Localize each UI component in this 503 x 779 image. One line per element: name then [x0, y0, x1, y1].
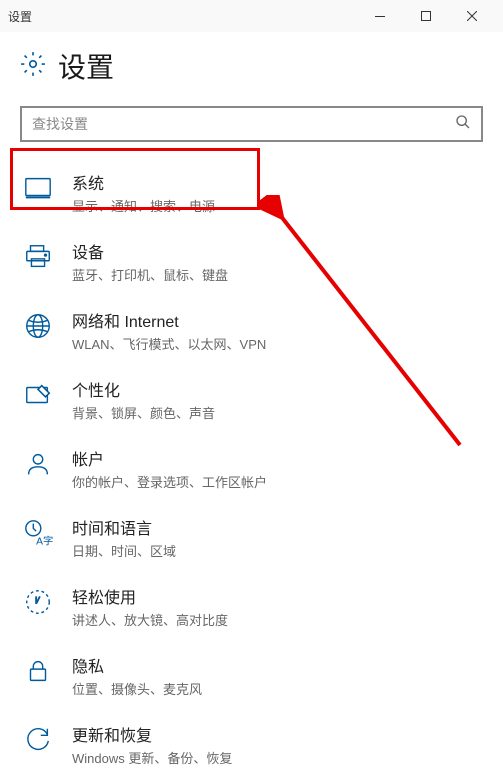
search-container — [0, 106, 503, 158]
item-desc: 背景、锁屏、颜色、声音 — [72, 403, 481, 422]
settings-item-ease-of-access[interactable]: 轻松使用 讲述人、放大镜、高对比度 — [14, 572, 489, 641]
item-desc: 蓝牙、打印机、鼠标、键盘 — [72, 265, 481, 284]
search-icon — [445, 114, 481, 135]
item-text: 网络和 Internet WLAN、飞行模式、以太网、VPN — [72, 308, 481, 353]
item-desc: 日期、时间、区域 — [72, 541, 481, 560]
search-input[interactable] — [22, 116, 445, 132]
titlebar: 设置 — [0, 0, 503, 32]
item-text: 个性化 背景、锁屏、颜色、声音 — [72, 377, 481, 422]
time-language-icon: A字 — [22, 517, 54, 549]
item-desc: 你的帐户、登录选项、工作区帐户 — [72, 472, 481, 491]
settings-item-update[interactable]: 更新和恢复 Windows 更新、备份、恢复 — [14, 710, 489, 779]
item-text: 设备 蓝牙、打印机、鼠标、键盘 — [72, 239, 481, 284]
item-title: 时间和语言 — [72, 515, 481, 539]
item-title: 帐户 — [72, 446, 481, 470]
paintbrush-icon — [22, 379, 54, 411]
window-title: 设置 — [8, 8, 357, 25]
settings-item-personalization[interactable]: 个性化 背景、锁屏、颜色、声音 — [14, 365, 489, 434]
maximize-button[interactable] — [403, 0, 449, 32]
minimize-button[interactable] — [357, 0, 403, 32]
item-title: 个性化 — [72, 377, 481, 401]
item-desc: Windows 更新、备份、恢复 — [72, 748, 481, 767]
settings-item-devices[interactable]: 设备 蓝牙、打印机、鼠标、键盘 — [14, 227, 489, 296]
item-title: 更新和恢复 — [72, 722, 481, 746]
settings-item-network[interactable]: 网络和 Internet WLAN、飞行模式、以太网、VPN — [14, 296, 489, 365]
item-text: 更新和恢复 Windows 更新、备份、恢复 — [72, 722, 481, 767]
page-header: 设置 — [0, 32, 503, 106]
item-desc: 位置、摄像头、麦克风 — [72, 679, 481, 698]
printer-icon — [22, 241, 54, 273]
window-controls — [357, 0, 495, 32]
settings-item-privacy[interactable]: 隐私 位置、摄像头、麦克风 — [14, 641, 489, 710]
gear-icon — [20, 51, 46, 82]
item-title: 隐私 — [72, 653, 481, 677]
item-title: 轻松使用 — [72, 584, 481, 608]
refresh-icon — [22, 724, 54, 756]
lock-icon — [22, 655, 54, 687]
item-title: 网络和 Internet — [72, 308, 481, 332]
item-text: 轻松使用 讲述人、放大镜、高对比度 — [72, 584, 481, 629]
item-title: 系统 — [72, 170, 481, 194]
settings-item-system[interactable]: 系统 显示、通知、搜索、电源 — [14, 158, 489, 227]
item-desc: 讲述人、放大镜、高对比度 — [72, 610, 481, 629]
globe-icon — [22, 310, 54, 342]
person-icon — [22, 448, 54, 480]
item-title: 设备 — [72, 239, 481, 263]
settings-list: 系统 显示、通知、搜索、电源 设备 蓝牙、打印机、鼠标、键盘 网络和 Inter… — [0, 158, 503, 779]
item-text: 帐户 你的帐户、登录选项、工作区帐户 — [72, 446, 481, 491]
settings-item-accounts[interactable]: 帐户 你的帐户、登录选项、工作区帐户 — [14, 434, 489, 503]
item-desc: WLAN、飞行模式、以太网、VPN — [72, 334, 481, 353]
item-text: 系统 显示、通知、搜索、电源 — [72, 170, 481, 215]
ease-of-access-icon — [22, 586, 54, 618]
search-box[interactable] — [20, 106, 483, 142]
item-text: 隐私 位置、摄像头、麦克风 — [72, 653, 481, 698]
svg-text:A字: A字 — [36, 534, 53, 547]
display-icon — [22, 172, 54, 204]
item-text: 时间和语言 日期、时间、区域 — [72, 515, 481, 560]
close-button[interactable] — [449, 0, 495, 32]
item-desc: 显示、通知、搜索、电源 — [72, 196, 481, 215]
page-title: 设置 — [58, 46, 114, 86]
settings-item-time-language[interactable]: A字 时间和语言 日期、时间、区域 — [14, 503, 489, 572]
